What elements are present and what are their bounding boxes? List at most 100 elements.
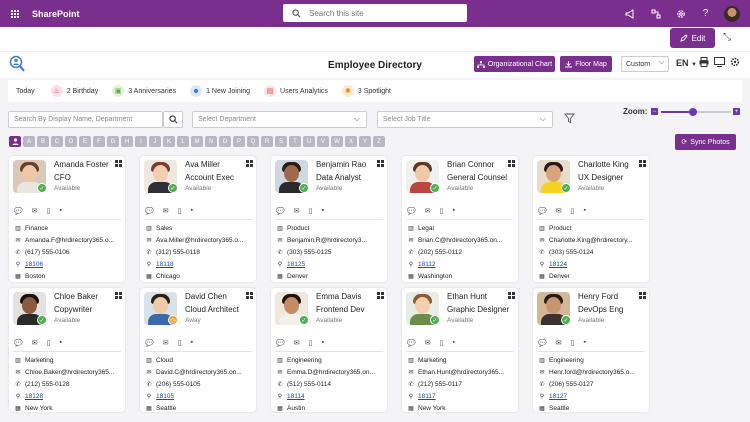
letter-filter-b[interactable]: B xyxy=(37,136,49,147)
letter-filter-f[interactable]: F xyxy=(93,136,105,147)
phone-icon[interactable]: ▯ xyxy=(47,207,51,215)
employee-name[interactable]: Benjamin Rao xyxy=(316,160,366,169)
mail-icon[interactable]: ✉ xyxy=(556,207,562,215)
qr-code-icon[interactable] xyxy=(639,160,646,167)
search-button[interactable] xyxy=(163,111,183,128)
teams-icon[interactable]: ▪ xyxy=(190,207,192,215)
user-avatar[interactable] xyxy=(724,5,740,22)
room-link[interactable]: 18114 xyxy=(287,393,305,400)
chat-icon[interactable]: 💬 xyxy=(407,207,416,215)
letter-filter-v[interactable]: V xyxy=(317,136,329,147)
mail-icon[interactable]: ✉ xyxy=(425,339,431,347)
tab-today[interactable]: Today xyxy=(16,88,35,95)
org-chart-button[interactable]: Organizational Chart xyxy=(474,56,555,72)
teams-icon[interactable]: ▪ xyxy=(583,207,585,215)
letter-filter-p[interactable]: P xyxy=(233,136,245,147)
letter-filter-u[interactable]: U xyxy=(303,136,315,147)
room-link[interactable]: 18125 xyxy=(287,261,305,268)
qr-code-icon[interactable] xyxy=(246,292,253,299)
room-link[interactable]: 18112 xyxy=(418,261,436,268)
letter-filter-w[interactable]: W xyxy=(331,136,343,147)
zoom-slider-handle[interactable] xyxy=(688,108,697,116)
zoom-slider[interactable] xyxy=(661,108,731,116)
employee-card[interactable]: ✓ Benjamin Rao Data Analyst Available 💬 ✉ ▯ ▪ ▥ P… xyxy=(271,156,387,282)
employee-card[interactable]: ✓ Emma Davis Frontend Dev Available 💬 ✉ ▯ ▪ ▥ Eng… xyxy=(271,288,387,412)
employee-name[interactable]: Ethan Hunt xyxy=(447,292,487,301)
employee-card[interactable]: ◷ David Chen Cloud Architect Away 💬 ✉ ▯ ▪ ▥ Cloud… xyxy=(140,288,256,412)
letter-filter-m[interactable]: M xyxy=(191,136,203,147)
employee-name[interactable]: Chloe Baker xyxy=(54,292,98,301)
department-select[interactable]: Select Department ⌵ xyxy=(192,111,367,128)
phone-icon[interactable]: ▯ xyxy=(309,207,313,215)
letter-filter-h[interactable]: H xyxy=(121,136,133,147)
job-title-select[interactable]: Select Job Title ⌵ xyxy=(377,111,553,128)
room-link[interactable]: 18105 xyxy=(156,393,174,400)
tab-anniversaries[interactable]: ▣ 3 Anniversaries xyxy=(112,85,176,97)
employee-room[interactable]: ⚲ 18114 xyxy=(276,393,384,400)
print-icon[interactable] xyxy=(699,57,709,70)
letter-filter-a[interactable]: A xyxy=(23,136,35,147)
view-select[interactable]: Custom ⌵ xyxy=(621,56,669,72)
letter-filter-x[interactable]: X xyxy=(345,136,357,147)
zoom-out-button[interactable]: − xyxy=(651,108,658,115)
letter-filter-o[interactable]: O xyxy=(219,136,231,147)
letter-filter-r[interactable]: R xyxy=(261,136,273,147)
teams-icon[interactable]: ▪ xyxy=(59,339,61,347)
qr-code-icon[interactable] xyxy=(377,292,384,299)
phone-icon[interactable]: ▯ xyxy=(178,207,182,215)
filter-icon[interactable] xyxy=(564,113,575,126)
employee-room[interactable]: ⚲ 18118 xyxy=(145,261,253,268)
room-link[interactable]: 18127 xyxy=(549,393,567,400)
mail-icon[interactable]: ✉ xyxy=(163,207,169,215)
employee-name[interactable]: Emma Davis xyxy=(316,292,361,301)
gear-icon[interactable] xyxy=(668,9,693,19)
employee-card[interactable]: ✓ Henry Ford DevOps Eng Available 💬 ✉ ▯ ▪ ▥ Engin… xyxy=(533,288,649,412)
phone-icon[interactable]: ▯ xyxy=(571,339,575,347)
letter-filter-i[interactable]: I xyxy=(135,136,147,147)
letter-filter-k[interactable]: K xyxy=(163,136,175,147)
employee-room[interactable]: ⚲ 18125 xyxy=(276,261,384,268)
mail-icon[interactable]: ✉ xyxy=(163,339,169,347)
edit-button[interactable]: Edit xyxy=(670,28,715,48)
chat-icon[interactable]: 💬 xyxy=(538,207,547,215)
sync-photos-button[interactable]: ⟳ Sync Photos xyxy=(675,134,736,150)
screen-icon[interactable] xyxy=(714,57,725,70)
letter-filter-d[interactable]: D xyxy=(65,136,77,147)
employee-name[interactable]: Brian Connor xyxy=(447,160,494,169)
tab-new-joining[interactable]: ☻ 1 New Joining xyxy=(190,85,250,97)
room-link[interactable]: 18124 xyxy=(549,261,567,268)
tab-birthday[interactable]: ♨ 2 Birthday xyxy=(50,85,98,97)
name-search-input[interactable]: Search By Display Name, Department xyxy=(8,111,163,128)
phone-icon[interactable]: ▯ xyxy=(440,339,444,347)
qr-code-icon[interactable] xyxy=(377,160,384,167)
letter-filter-g[interactable]: G xyxy=(107,136,119,147)
employee-room[interactable]: ⚲ 18106 xyxy=(14,261,122,268)
employee-card[interactable]: ✓ Brian Connor General Counsel Available 💬 ✉ ▯… xyxy=(402,156,518,282)
employee-room[interactable]: ⚲ 18128 xyxy=(14,393,122,400)
teams-icon[interactable]: ▪ xyxy=(190,339,192,347)
employee-card[interactable]: ✓ Ethan Hunt Graphic Designer Available 💬 ✉ ▯ ▪… xyxy=(402,288,518,412)
letter-filter-y[interactable]: Y xyxy=(359,136,371,147)
mail-icon[interactable]: ✉ xyxy=(556,339,562,347)
letter-filter-n[interactable]: N xyxy=(205,136,217,147)
chat-icon[interactable]: 💬 xyxy=(145,207,154,215)
chat-icon[interactable]: 💬 xyxy=(276,207,285,215)
chat-icon[interactable]: 💬 xyxy=(14,339,23,347)
employee-room[interactable]: ⚲ 18105 xyxy=(145,393,253,400)
employee-room[interactable]: ⚲ 18127 xyxy=(538,393,646,400)
letter-filter-s[interactable]: S xyxy=(275,136,287,147)
phone-icon[interactable]: ▯ xyxy=(440,207,444,215)
mail-icon[interactable]: ✉ xyxy=(425,207,431,215)
letter-filter-e[interactable]: E xyxy=(79,136,91,147)
qr-code-icon[interactable] xyxy=(115,292,122,299)
teams-icon[interactable]: ▪ xyxy=(321,339,323,347)
letter-filter-l[interactable]: L xyxy=(177,136,189,147)
employee-card[interactable]: ✓ Charlotte King UX Designer Available 💬 ✉ ▯ ▪ ▥… xyxy=(533,156,649,282)
employee-card[interactable]: ✓ Chloe Baker Copywriter Available 💬 ✉ ▯ ▪ ▥ Mark… xyxy=(9,288,125,412)
employee-card[interactable]: ✓ Ava Miller Account Exec Available 💬 ✉ ▯ ▪ ▥ Sal… xyxy=(140,156,256,282)
chat-icon[interactable]: 💬 xyxy=(276,339,285,347)
network-icon[interactable] xyxy=(643,9,668,19)
teams-icon[interactable]: ▪ xyxy=(452,207,454,215)
app-launcher-icon[interactable] xyxy=(11,9,19,18)
room-link[interactable]: 18118 xyxy=(156,261,174,268)
